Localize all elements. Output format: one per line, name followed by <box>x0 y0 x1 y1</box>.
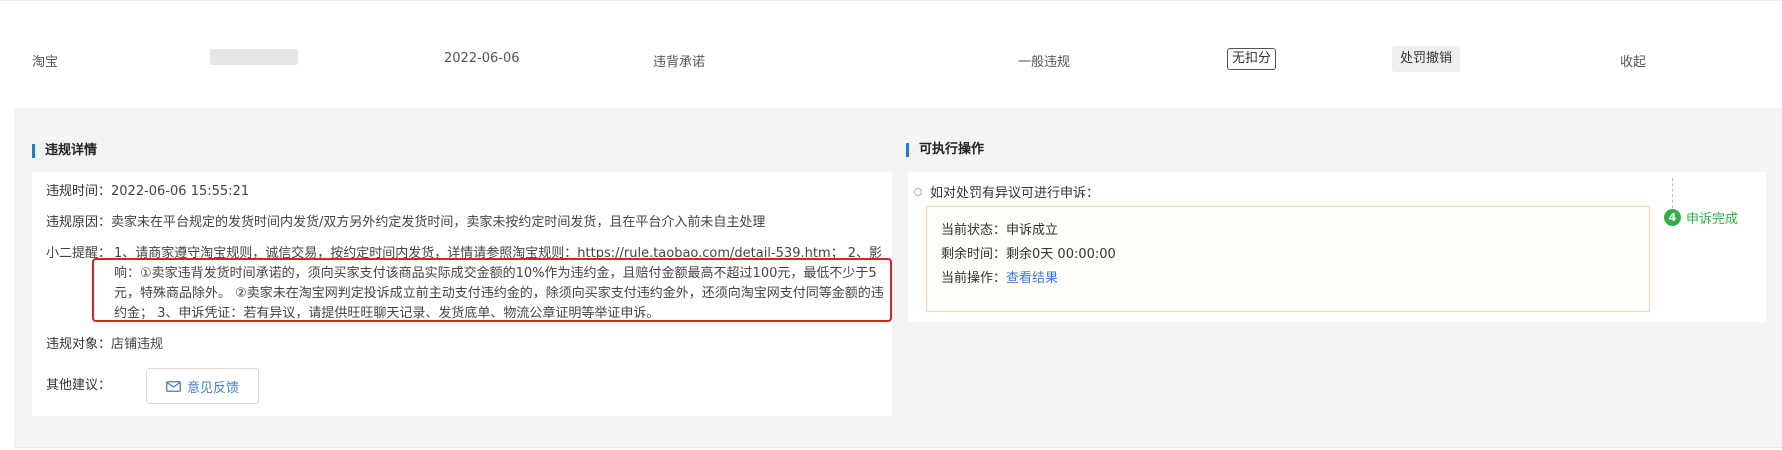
violation-target-value: 店铺违规 <box>111 337 164 352</box>
violation-details-panel: 违规时间：2022-06-06 15:55:21 违规原因：卖家未在平台规定的发… <box>32 172 892 416</box>
appeal-prompt-row: 如对处罚有异议可进行申诉： <box>914 182 1099 201</box>
appeal-prompt: 如对处罚有异议可进行申诉： <box>930 186 1100 201</box>
feedback-button-label: 意见反馈 <box>186 380 239 396</box>
timeline-dot-icon <box>914 187 922 196</box>
appeal-status-box: 当前状态：申诉成立 剩余时间：剩余0天 00:00:00 当前操作：查看结果 <box>926 206 1650 312</box>
remaining-time-label: 剩余时间： <box>941 247 1007 262</box>
violation-reason-label: 违规原因： <box>46 215 112 230</box>
view-result-link[interactable]: 查看结果 <box>1006 271 1058 286</box>
violation-details-title: 违规详情 <box>32 144 97 158</box>
available-actions-panel: 如对处罚有异议可进行申诉： 当前状态：申诉成立 剩余时间：剩余0天 00:00:… <box>908 172 1766 322</box>
step-connector <box>1672 178 1673 208</box>
date-cell: 2022-06-06 <box>444 51 520 66</box>
violation-reason-value: 卖家未在平台规定的发货时间内发货/双方另外约定发货时间，卖家未按约定时间发货，且… <box>111 215 766 230</box>
current-status-label: 当前状态： <box>941 223 1007 238</box>
remaining-time-row: 剩余时间：剩余0天 00:00:00 <box>941 245 1116 265</box>
current-status-row: 当前状态：申诉成立 <box>941 221 1058 241</box>
violation-time-value: 2022-06-06 15:55:21 <box>111 184 250 199</box>
platform-cell: 淘宝 <box>32 55 59 70</box>
feedback-button[interactable]: 意见反馈 <box>146 368 259 404</box>
violation-time-row: 违规时间：2022-06-06 15:55:21 <box>46 182 249 202</box>
current-status-value: 申诉成立 <box>1006 223 1059 238</box>
collapse-link[interactable]: 收起 <box>1620 51 1646 70</box>
deduction-tag: 无扣分 <box>1227 48 1277 70</box>
violation-target-label: 违规对象： <box>46 337 112 352</box>
step-appeal-complete: 4 申诉完成 <box>1664 208 1738 227</box>
violation-target-row: 违规对象：店铺违规 <box>46 335 163 355</box>
step-number-badge: 4 <box>1664 209 1681 226</box>
other-suggestions-label: 其他建议： <box>46 378 112 393</box>
violation-reason-row: 违规原因：卖家未在平台规定的发货时间内发货/双方另外约定发货时间，卖家未按约定时… <box>46 213 765 233</box>
severity-cell: 一般违规 <box>1018 55 1071 70</box>
redacted-order-id <box>210 49 298 65</box>
step-label: 申诉完成 <box>1686 212 1739 227</box>
violation-summary-row: 淘宝 2022-06-06 违背承诺 一般违规 无扣分 处罚撤销 收起 <box>0 0 1782 108</box>
current-operation-row: 当前操作：查看结果 <box>941 269 1058 289</box>
available-actions-title: 可执行操作 <box>906 143 984 157</box>
mail-icon <box>166 380 181 392</box>
status-badge: 处罚撤销 <box>1392 46 1461 72</box>
current-operation-label: 当前操作： <box>941 271 1007 286</box>
violation-time-label: 违规时间： <box>46 184 112 199</box>
reminder-text: 1、请商家遵守淘宝规则，诚信交易，按约定时间内发货，详情请参照淘宝规则：http… <box>114 246 884 321</box>
violation-type-cell: 违背承诺 <box>653 55 706 70</box>
reminder-label: 小二提醒： <box>46 246 112 261</box>
remaining-time-value: 剩余0天 00:00:00 <box>1006 247 1116 262</box>
